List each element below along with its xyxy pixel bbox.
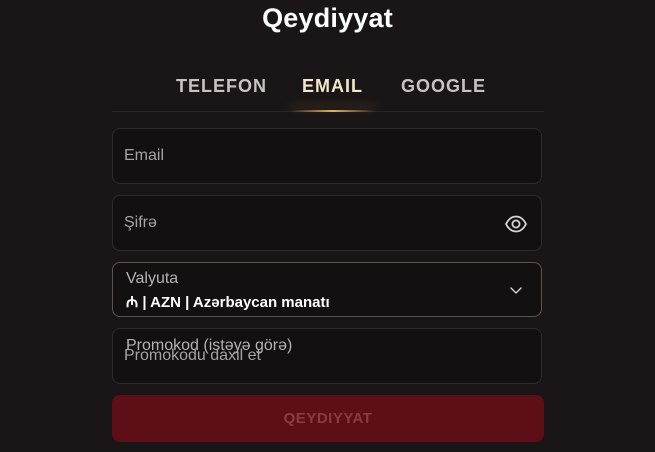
- tab-google[interactable]: GOOGLE: [401, 76, 486, 97]
- registration-tabs: TELEFON EMAIL GOOGLE: [112, 68, 544, 112]
- currency-selected-value: ₼ | AZN | Azərbaycan manatı: [126, 294, 330, 311]
- password-field[interactable]: [124, 196, 504, 250]
- currency-label: Valyuta: [126, 270, 179, 287]
- register-button[interactable]: QEYDIYYAT: [112, 395, 544, 442]
- currency-select[interactable]: Valyuta ₼ | AZN | Azərbaycan manatı: [112, 262, 542, 317]
- password-field-container: [112, 195, 542, 251]
- eye-icon[interactable]: [504, 213, 528, 235]
- tab-telefon[interactable]: TELEFON: [176, 76, 267, 97]
- tab-email[interactable]: EMAIL: [302, 76, 363, 97]
- promo-code-input[interactable]: [124, 329, 504, 383]
- email-field-container: [112, 128, 542, 184]
- registration-page: Qeydiyyat TELEFON EMAIL GOOGLE Valyuta ₼…: [0, 0, 655, 452]
- active-tab-indicator: [290, 110, 376, 112]
- chevron-down-icon[interactable]: [509, 283, 523, 297]
- email-field[interactable]: [124, 129, 504, 183]
- promo-field-container: Promokod (istəyə görə): [112, 328, 542, 384]
- page-title: Qeydiyyat: [262, 3, 393, 33]
